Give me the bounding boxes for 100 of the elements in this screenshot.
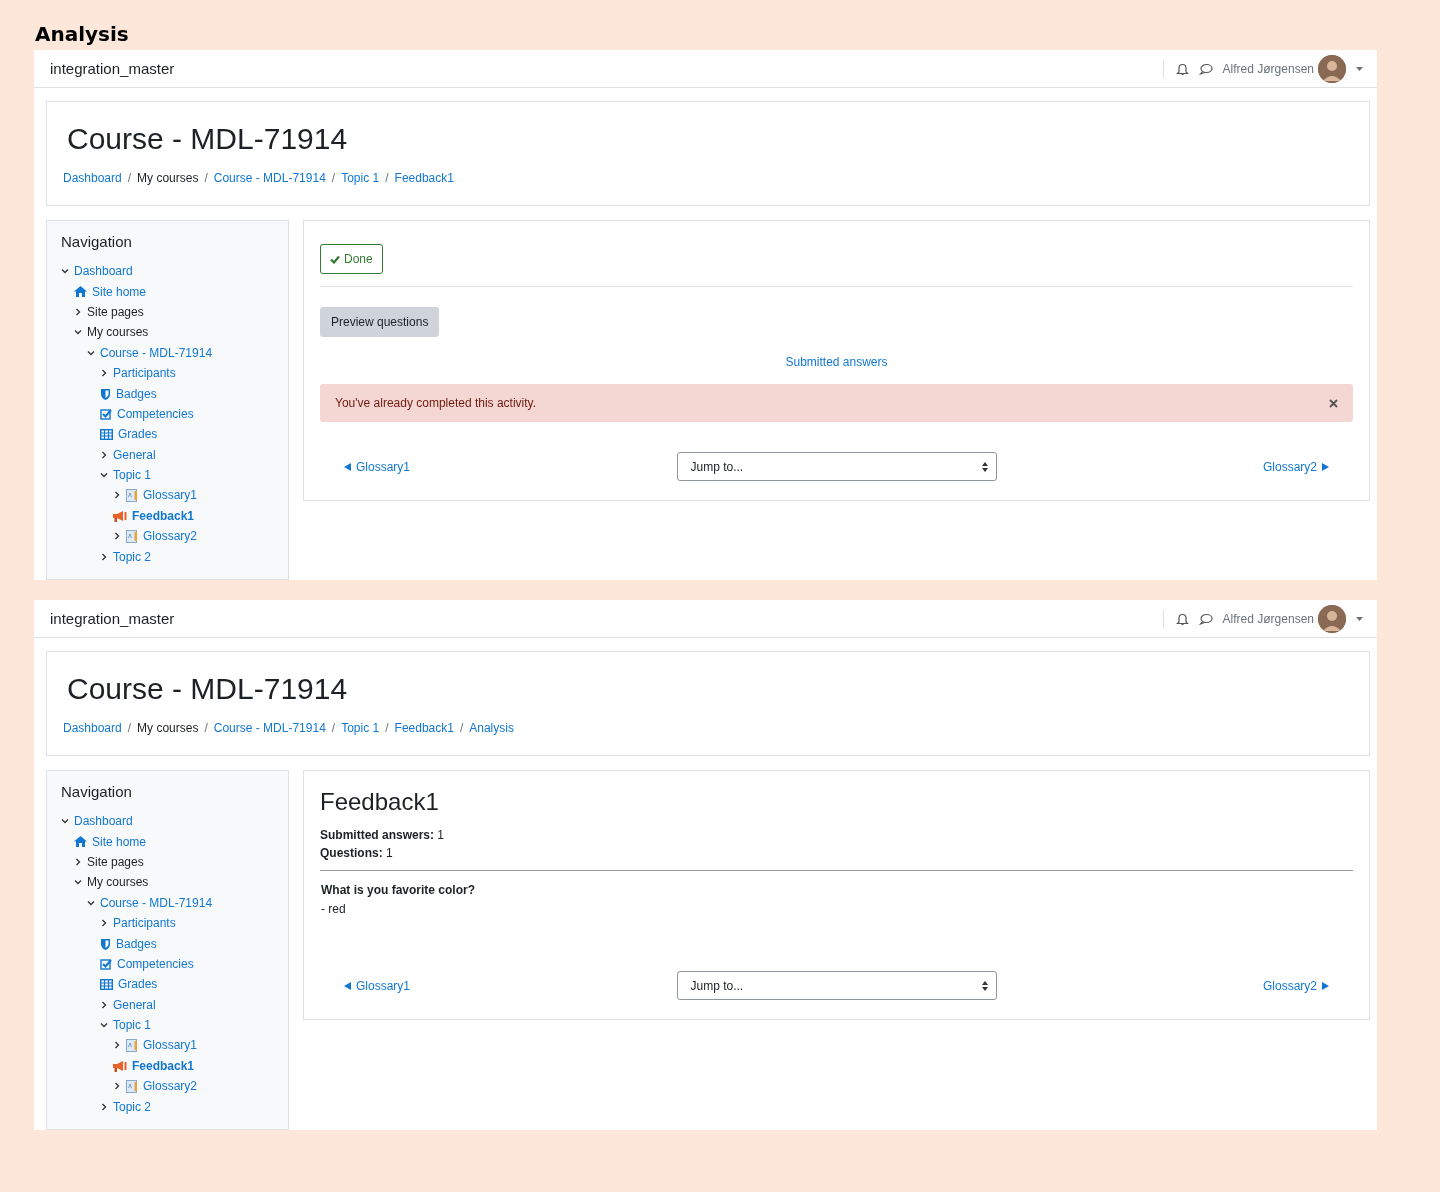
checkbox-icon [100,407,112,420]
next-activity-link[interactable]: Glossary2 [1262,459,1329,474]
nav-item[interactable]: My courses [87,325,149,340]
nav-item[interactable]: Topic 2 [113,549,152,564]
jump-to-select[interactable]: Jump to... [676,971,997,1000]
breadcrumb[interactable]: Feedback1 [394,721,454,735]
chevron-down-icon[interactable] [87,348,95,357]
breadcrumb-separator: / [331,171,336,185]
chevron-down-icon[interactable] [61,817,69,826]
chevron-down-icon[interactable] [74,328,82,337]
nav-item[interactable]: Topic 2 [113,1099,152,1114]
nav-item[interactable]: Glossary1 [143,1038,198,1053]
document-icon [126,1039,138,1052]
chevron-right-icon[interactable] [74,307,82,316]
nav-item[interactable]: Feedback1 [132,508,195,523]
bell-icon[interactable] [1175,611,1189,626]
course-title: Course - MDL-71914 [67,672,349,706]
navigation-title: Navigation [61,233,133,250]
nav-item[interactable]: Competencies [117,956,194,971]
nav-item[interactable]: Glossary2 [143,529,198,544]
nav-item[interactable]: Course - MDL-71914 [100,895,213,910]
nav-item[interactable]: Site home [92,284,147,299]
sort-icon [981,980,988,991]
breadcrumb[interactable]: Analysis [469,721,514,735]
activity-title: Feedback1 [320,788,440,816]
caret-icon[interactable] [1356,616,1363,621]
chevron-right-icon[interactable] [113,1041,121,1050]
chevron-right-icon[interactable] [100,1000,108,1009]
nav-item[interactable]: Dashboard [74,814,133,829]
chevron-down-icon[interactable] [100,1021,108,1030]
page-heading: Analysis [35,22,130,46]
nav-item[interactable]: Site home [92,834,147,849]
user-name[interactable]: Alfred Jørgensen [1222,61,1314,76]
nav-item[interactable]: Dashboard [74,264,133,279]
nav-item[interactable]: Participants [113,366,176,381]
previous-activity-link[interactable]: Glossary1 [344,459,411,474]
chevron-right-icon[interactable] [100,552,108,561]
chevron-right-icon[interactable] [74,857,82,866]
navigation-title: Navigation [61,783,133,800]
nav-item[interactable]: Glossary1 [143,488,198,503]
chevron-right-icon[interactable] [113,1082,121,1091]
close-icon[interactable] [1329,398,1338,408]
nav-item[interactable]: Competencies [117,406,194,421]
nav-item[interactable]: Badges [116,936,157,951]
nav-item[interactable]: My courses [87,875,149,890]
breadcrumb[interactable]: Topic 1 [341,721,380,735]
avatar-icon[interactable] [1318,604,1346,633]
chevron-right-icon[interactable] [100,369,108,378]
chevron-down-icon[interactable] [61,267,69,276]
user-name[interactable]: Alfred Jørgensen [1222,611,1314,626]
site-name[interactable]: integration_master [50,610,1163,627]
chevron-down-icon[interactable] [100,471,108,480]
submitted-answers-link[interactable]: Submitted answers [785,355,888,369]
nav-item[interactable]: Participants [113,916,176,931]
shield-icon [100,387,111,400]
chevron-right-icon[interactable] [100,919,108,928]
next-activity-link[interactable]: Glossary2 [1262,978,1329,993]
chevron-right-icon[interactable] [100,1102,108,1111]
check-icon [330,254,340,264]
bell-icon[interactable] [1175,61,1189,76]
breadcrumb-separator: / [331,721,336,735]
nav-item[interactable]: Topic 1 [113,1018,152,1033]
completion-button[interactable]: Done [320,244,383,274]
nav-item[interactable]: Feedback1 [132,1058,195,1073]
stat-line: Questions: 1 [320,845,394,862]
chevron-down-icon[interactable] [87,898,95,907]
chevron-down-icon[interactable] [74,878,82,887]
jump-to-select[interactable]: Jump to... [676,452,997,481]
breadcrumb[interactable]: Dashboard [63,171,122,185]
nav-item[interactable]: Site pages [87,854,144,869]
nav-item[interactable]: Glossary2 [143,1079,198,1094]
shield-icon [100,937,111,950]
site-name[interactable]: integration_master [50,60,1163,77]
nav-item[interactable]: Grades [118,427,158,442]
breadcrumb[interactable]: Course - MDL-71914 [213,171,326,185]
previous-activity-link[interactable]: Glossary1 [344,978,411,993]
breadcrumb[interactable]: Course - MDL-71914 [213,721,326,735]
nav-item[interactable]: Course - MDL-71914 [100,345,213,360]
nav-item[interactable]: Site pages [87,304,144,319]
course-title: Course - MDL-71914 [67,122,349,156]
alert-text: You've already completed this activity. [335,396,537,410]
caret-icon[interactable] [1356,66,1363,71]
chat-icon[interactable] [1198,62,1213,75]
chevron-right-icon[interactable] [113,491,121,500]
breadcrumb[interactable]: Dashboard [63,721,122,735]
nav-item[interactable]: General [113,997,156,1012]
document-icon [126,489,138,502]
chevron-right-icon[interactable] [113,532,121,541]
nav-item[interactable]: Badges [116,386,157,401]
nav-item[interactable]: Topic 1 [113,468,152,483]
breadcrumb[interactable]: Topic 1 [341,171,380,185]
home-icon [74,836,87,848]
breadcrumb[interactable]: Feedback1 [394,171,454,185]
preview-button[interactable]: Preview questions [320,307,440,337]
avatar-icon[interactable] [1318,54,1346,83]
nav-item[interactable]: General [113,447,156,462]
chevron-right-icon[interactable] [100,450,108,459]
chat-icon[interactable] [1198,612,1213,625]
nav-item[interactable]: Grades [118,977,158,992]
breadcrumb: My courses [137,721,199,735]
